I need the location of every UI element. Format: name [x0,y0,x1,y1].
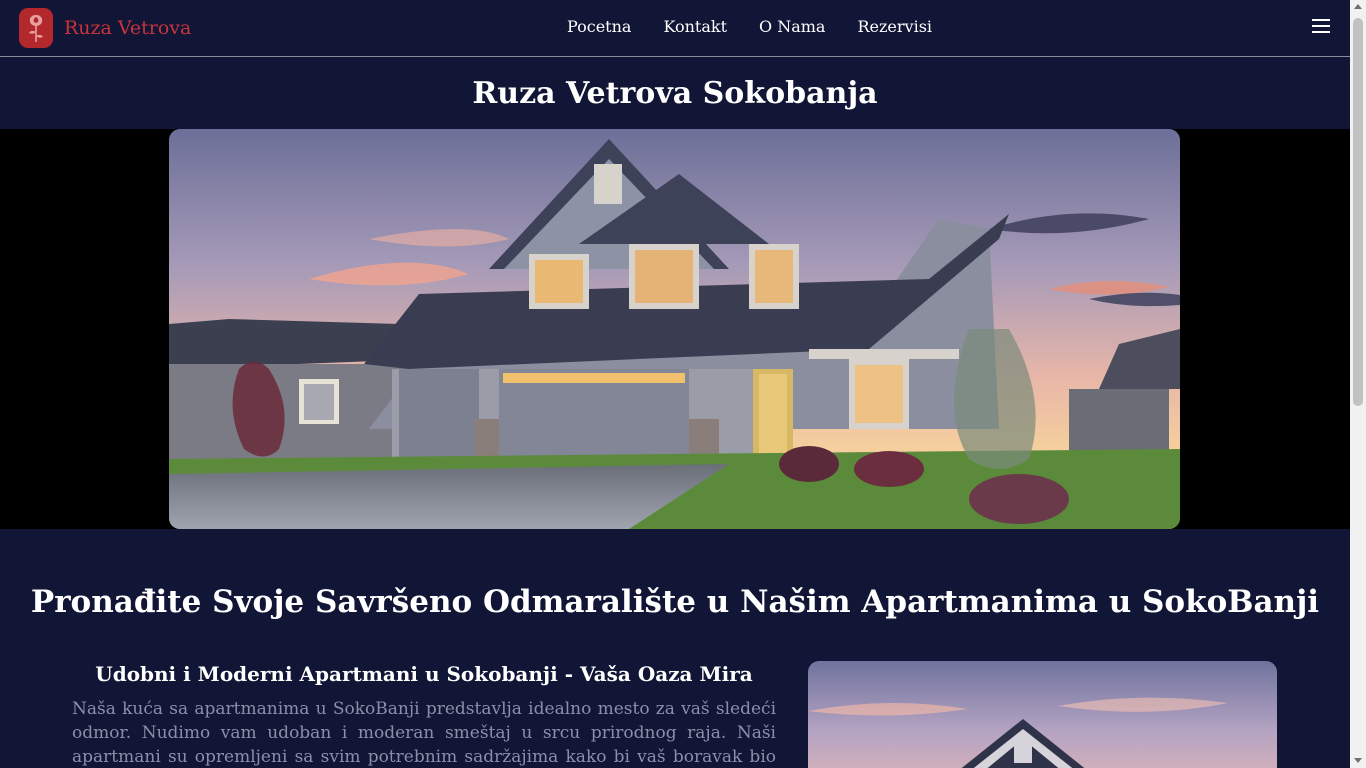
scroll-down-arrow-icon[interactable] [1354,758,1362,763]
scroll-up-arrow-icon[interactable] [1354,4,1362,9]
navbar: Ruza Vetrova Pocetna Kontakt O Nama Reze… [0,0,1350,57]
nav-link-pocetna[interactable]: Pocetna [567,17,631,36]
brand-name: Ruza Vetrova [64,17,192,39]
nav-link-kontakt[interactable]: Kontakt [663,17,727,36]
page-scrollbar[interactable] [1350,0,1366,768]
page-title: Ruza Vetrova Sokobanja [472,76,878,111]
scroll-thumb[interactable] [1353,18,1363,406]
apartments-paragraph: Naša kuća sa apartmanima u SokoBanji pre… [72,699,776,767]
hamburger-menu-icon[interactable] [1312,19,1330,33]
rose-icon [19,8,53,48]
brand-link[interactable]: Ruza Vetrova [19,8,191,48]
apartments-subheading: Udobni i Moderni Apartmani u Sokobanji -… [95,662,753,686]
nav-link-o-nama[interactable]: O Nama [759,17,825,36]
nav-links: Pocetna Kontakt O Nama Rezervisi [567,17,964,36]
hero-band [0,129,1350,529]
apartments-house-image [808,661,1277,768]
hero-house-image [169,129,1180,529]
section-heading: Pronađite Svoje Savršeno Odmaralište u N… [30,584,1320,620]
nav-link-rezervisi[interactable]: Rezervisi [857,17,932,36]
